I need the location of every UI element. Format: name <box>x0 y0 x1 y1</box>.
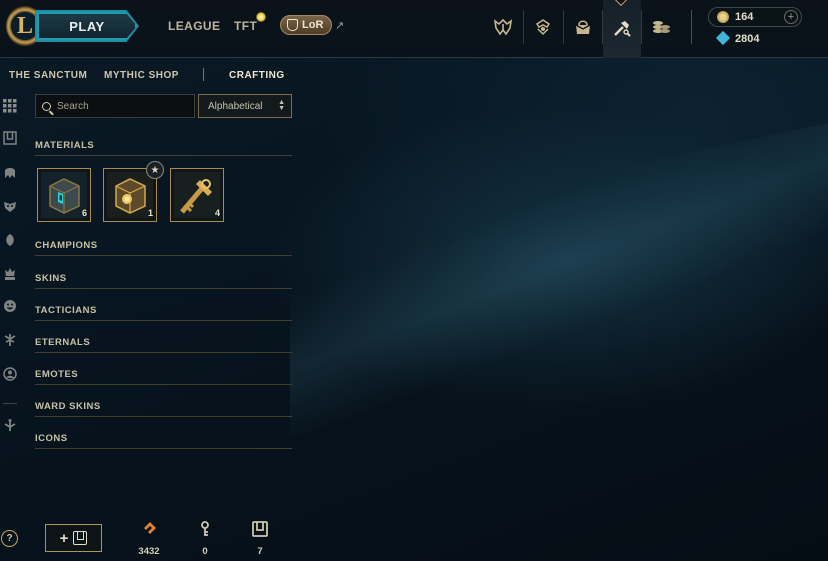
store-icon[interactable] <box>564 9 602 45</box>
ranked-icon[interactable] <box>524 9 562 45</box>
blue-essence-icon <box>717 11 729 23</box>
plus-icon: + <box>59 529 69 547</box>
search-icon <box>42 101 51 111</box>
sort-value: Alphabetical <box>208 100 263 112</box>
material-hextech-key[interactable]: 4 <box>170 168 224 222</box>
all-icon[interactable] <box>2 98 18 114</box>
category-divider <box>35 416 292 417</box>
star-badge-icon: ★ <box>146 161 164 179</box>
add-currency-button[interactable]: + <box>784 10 798 24</box>
category-emotes[interactable]: EMOTES <box>35 369 78 380</box>
category-icons[interactable]: ICONS <box>35 433 68 444</box>
champion-icon[interactable] <box>2 164 18 180</box>
tactician-icon[interactable] <box>2 232 18 248</box>
hextech-chest-icon <box>41 172 87 218</box>
key-fragment-amount: 0 <box>202 546 208 557</box>
eternal-icon[interactable] <box>2 266 18 282</box>
tab-mythic-shop[interactable]: MYTHIC SHOP <box>104 70 179 81</box>
subnav-separator <box>203 68 204 81</box>
nav-league[interactable]: LEAGUE <box>168 19 220 33</box>
chest-count-amount: 7 <box>257 546 263 557</box>
tft-notification-icon <box>256 12 266 22</box>
nav-tft[interactable]: TFT <box>234 19 257 33</box>
category-divider <box>35 448 292 449</box>
category-divider <box>35 384 292 385</box>
category-divider <box>35 352 292 353</box>
key-fragment-icon <box>197 520 213 538</box>
lor-shield-icon <box>287 19 298 31</box>
category-materials[interactable]: MATERIALS <box>35 140 94 151</box>
rail-separator <box>3 403 17 404</box>
category-eternals[interactable]: ETERNALS <box>35 337 90 348</box>
orange-essence-icon <box>142 520 158 538</box>
other-icon[interactable] <box>2 417 18 433</box>
riot-points-amount: 2804 <box>735 33 760 45</box>
ward-icon[interactable] <box>2 332 18 348</box>
riot-points-icon <box>715 30 731 46</box>
material-count: 6 <box>81 208 87 218</box>
category-divider <box>35 320 292 321</box>
loot-icon[interactable] <box>603 0 641 58</box>
emote-icon[interactable] <box>2 298 18 314</box>
category-divider <box>35 155 292 156</box>
category-divider <box>35 255 292 256</box>
hextech-key-icon <box>174 172 220 218</box>
clash-icon[interactable] <box>484 9 522 45</box>
blue-essence-amount: 164 <box>735 11 754 23</box>
profile-icon[interactable] <box>2 366 18 382</box>
tab-crafting[interactable]: CRAFTING <box>229 70 285 81</box>
material-count: 4 <box>214 208 220 218</box>
chest-icon <box>73 531 88 545</box>
top-bar: L PLAY LEAGUE TFT LoR ↗ 164 + 2804 <box>0 0 828 58</box>
chevron-updown-icon: ▲ ▼ <box>278 99 285 112</box>
tab-the-sanctum[interactable]: THE SANCTUM <box>9 70 87 81</box>
category-ward-skins[interactable]: WARD SKINS <box>35 401 101 412</box>
chest-icon[interactable] <box>2 130 18 146</box>
masterwork-chest-icon <box>107 172 153 218</box>
category-champions[interactable]: CHAMPIONS <box>35 240 98 251</box>
add-chest-button[interactable]: + <box>45 524 102 552</box>
material-hextech-chest[interactable]: 6 <box>37 168 91 222</box>
material-count: 1 <box>147 208 153 218</box>
category-skins[interactable]: SKINS <box>35 273 67 284</box>
currency-icon[interactable] <box>642 9 680 45</box>
search-box[interactable] <box>35 94 195 118</box>
search-input[interactable] <box>57 100 177 112</box>
category-tacticians[interactable]: TACTICIANS <box>35 305 97 316</box>
chest-count-icon <box>252 520 268 538</box>
sort-dropdown[interactable]: Alphabetical ▲ ▼ <box>198 94 292 118</box>
lor-button[interactable]: LoR <box>280 15 332 35</box>
orange-essence-amount: 3432 <box>138 546 160 557</box>
play-button[interactable]: PLAY <box>37 12 137 40</box>
external-link-icon: ↗ <box>335 20 345 32</box>
skin-icon[interactable] <box>2 198 18 214</box>
help-button[interactable]: ? <box>1 530 18 547</box>
lor-label: LoR <box>302 19 324 31</box>
top-separator <box>691 10 692 44</box>
category-divider <box>35 288 292 289</box>
